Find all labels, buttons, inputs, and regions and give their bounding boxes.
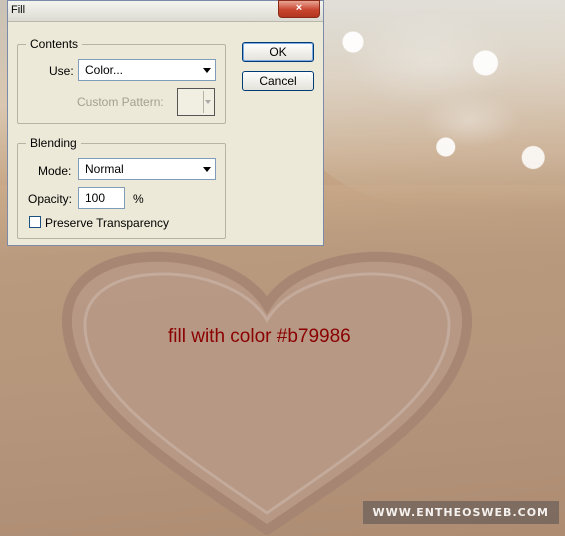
close-button[interactable]: ×	[278, 0, 320, 18]
fill-dialog: Fill × Contents Use: Color... Custom Pat…	[7, 0, 324, 246]
watermark: WWW.ENTHEOSWEB.COM	[362, 501, 559, 524]
heart-shape	[61, 251, 473, 535]
ok-button[interactable]: OK	[242, 42, 314, 62]
contents-legend: Contents	[26, 37, 83, 51]
custom-pattern-picker	[177, 88, 215, 116]
chevron-down-icon	[205, 100, 211, 104]
dialog-title: Fill	[11, 4, 26, 16]
preserve-transparency-label[interactable]: Preserve Transparency	[45, 216, 169, 230]
custom-pattern-label: Custom Pattern:	[77, 95, 164, 109]
cancel-button[interactable]: Cancel	[242, 71, 314, 91]
chevron-down-icon	[203, 68, 211, 73]
canvas-caption: fill with color #b79986	[168, 326, 351, 347]
use-dropdown-value: Color...	[85, 63, 124, 77]
surf-foam	[300, 0, 565, 210]
close-icon: ×	[295, 2, 303, 14]
opacity-label: Opacity:	[28, 192, 73, 206]
chevron-down-icon	[203, 167, 211, 172]
mode-label: Mode:	[38, 164, 72, 178]
opacity-field[interactable]: 100	[78, 187, 125, 209]
mode-dropdown[interactable]: Normal	[78, 158, 216, 180]
blending-legend: Blending	[26, 136, 81, 150]
use-dropdown[interactable]: Color...	[78, 59, 216, 81]
use-label: Use:	[49, 64, 74, 78]
mode-dropdown-value: Normal	[85, 162, 124, 176]
pattern-picker-divider	[203, 91, 204, 113]
dialog-titlebar[interactable]: Fill ×	[8, 0, 323, 22]
preserve-transparency-checkbox[interactable]	[29, 216, 41, 228]
opacity-unit: %	[133, 192, 144, 206]
